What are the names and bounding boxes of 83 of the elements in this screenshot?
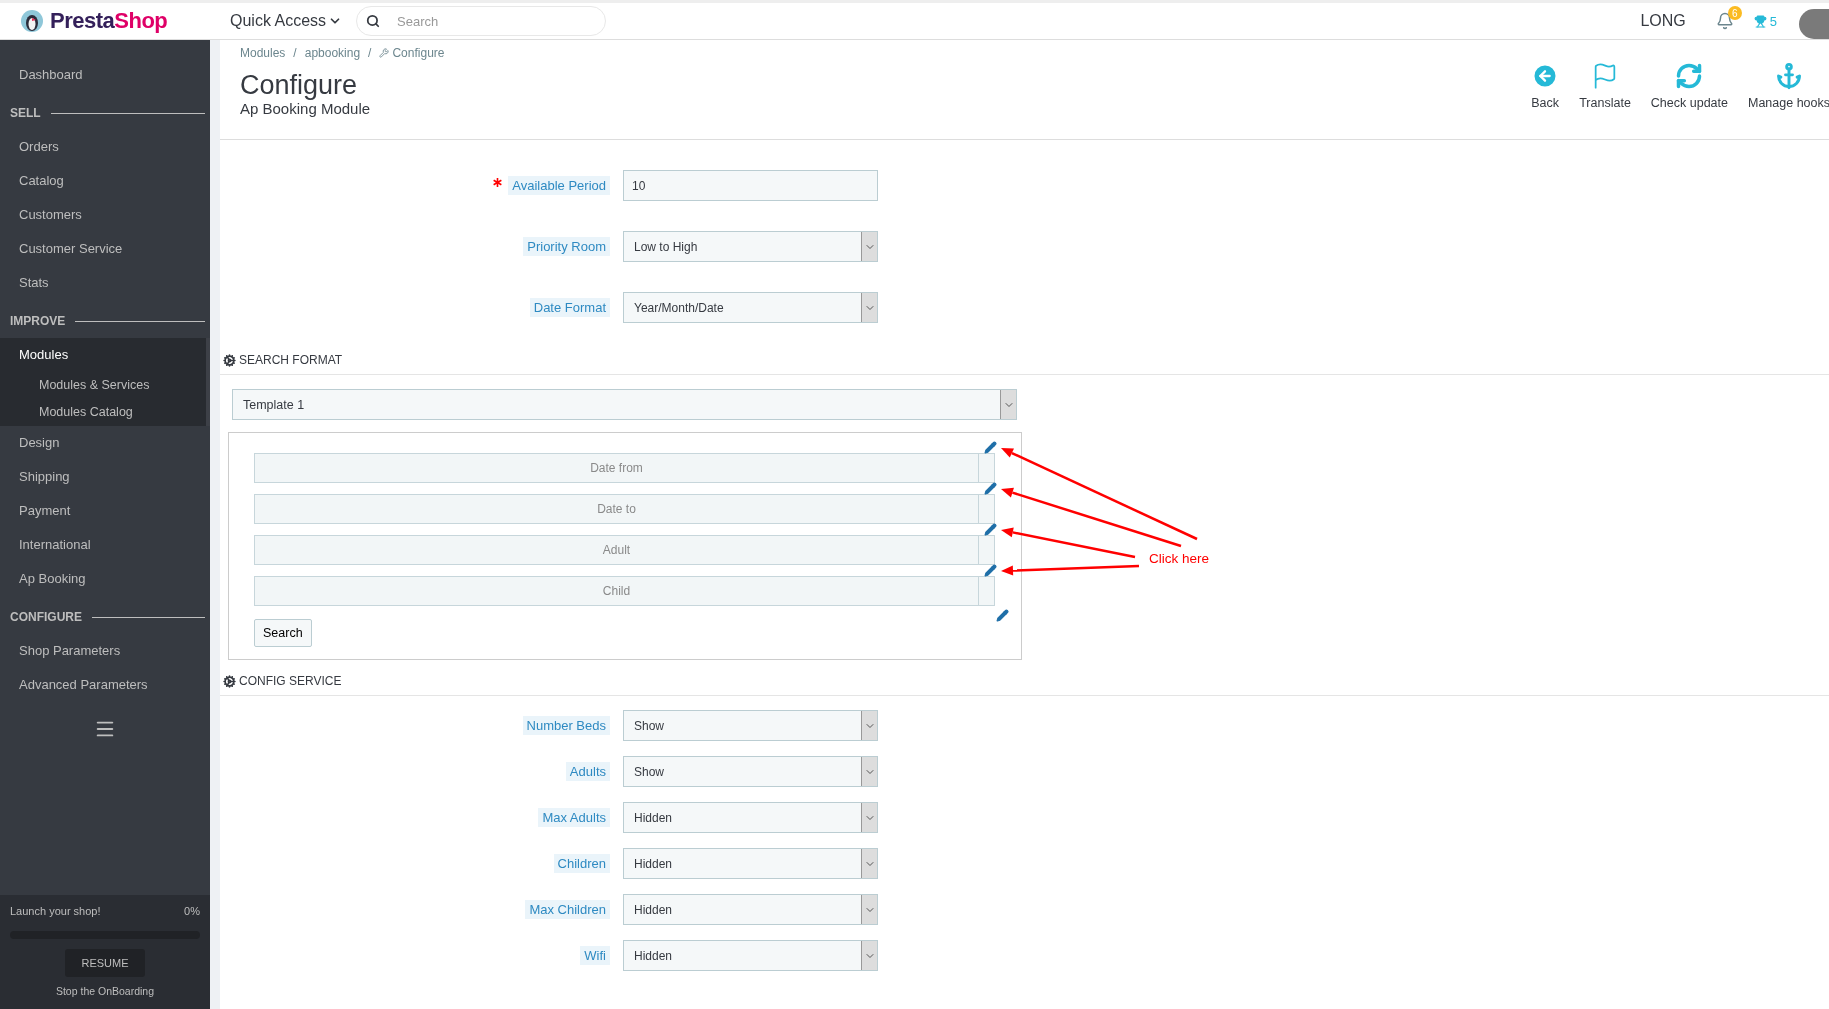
search-field[interactable]: Search — [356, 6, 607, 36]
select-field[interactable]: Hidden — [623, 802, 878, 833]
text-field[interactable]: 10 — [623, 170, 878, 201]
field-label: Children — [553, 854, 610, 873]
sidebar-item[interactable]: Shop Parameters — [0, 634, 210, 668]
field-label: Priority Room — [523, 237, 610, 256]
sidebar-item[interactable]: Design — [0, 426, 210, 460]
search-form-field[interactable]: Date from — [254, 453, 979, 483]
onboarding-percent: 0% — [184, 905, 200, 917]
sidebar-heading: SELL — [10, 106, 41, 120]
sidebar-subitem[interactable]: Modules & Services — [0, 372, 206, 399]
search-icon — [366, 14, 381, 28]
logo-text: PrestaShop — [50, 8, 168, 34]
toolbar-button[interactable]: Translate — [1570, 62, 1640, 139]
refresh-icon — [1675, 62, 1704, 90]
logo-icon — [20, 9, 44, 33]
breadcrumb-separator: / — [368, 46, 372, 60]
sidebar-item[interactable]: Payment — [0, 494, 210, 528]
edit-icon[interactable] — [996, 609, 1009, 622]
page-subtitle: Ap Booking Module — [240, 100, 372, 117]
sidebar-item[interactable]: Customer Service — [0, 232, 210, 266]
annotation-text: Click here — [1149, 551, 1210, 566]
onboarding-label: Launch your shop! — [10, 905, 101, 917]
field-label: Available Period — [508, 176, 610, 195]
gears-icon — [223, 353, 236, 367]
field-addon — [979, 494, 995, 524]
select-field[interactable]: Hidden — [623, 940, 878, 971]
field-addon — [979, 576, 995, 606]
toolbar-button[interactable]: Check update — [1641, 62, 1737, 139]
sidebar-heading: CONFIGURE — [10, 610, 82, 624]
field-label: Max Adults — [538, 808, 610, 827]
breadcrumb-link[interactable]: apbooking — [304, 46, 361, 60]
field-label: Max Children — [525, 900, 610, 919]
field-label: Number Beds — [522, 716, 610, 735]
toolbar-button[interactable]: Manage hooks — [1739, 62, 1829, 139]
section-title: SEARCH FORMAT — [239, 353, 343, 367]
select-field[interactable]: Low to High — [623, 231, 878, 262]
edit-icon[interactable] — [984, 564, 997, 577]
field-label: Date Format — [529, 298, 610, 317]
sidebar-item[interactable]: Dashboard — [0, 58, 210, 92]
anchor-icon — [1775, 62, 1803, 90]
sidebar-item[interactable]: Stats — [0, 266, 210, 300]
sidebar-item[interactable]: Catalog — [0, 164, 210, 198]
search-form-field[interactable]: Date to — [254, 494, 979, 524]
sidebar-heading: IMPROVE — [10, 314, 66, 328]
search-button[interactable]: Search — [254, 619, 312, 647]
resume-button[interactable]: RESUME — [65, 949, 145, 977]
field-addon — [979, 453, 995, 483]
breadcrumb-separator: / — [293, 46, 297, 60]
quick-access-button[interactable]: Quick Access — [210, 12, 357, 30]
search-form-field[interactable]: Child — [254, 576, 979, 606]
notification-icon[interactable] — [1715, 12, 1734, 30]
edit-icon[interactable] — [984, 523, 997, 536]
sidebar-item[interactable]: International — [0, 528, 210, 562]
field-addon — [979, 535, 995, 565]
sidebar-item[interactable]: Advanced Parameters — [0, 668, 210, 702]
select-field[interactable]: Hidden — [623, 894, 878, 925]
section-title: CONFIG SERVICE — [239, 674, 342, 688]
page-title: Configure — [240, 70, 359, 100]
breadcrumb-link[interactable]: Configure — [379, 46, 445, 60]
select-field[interactable]: Year/Month/Date — [623, 292, 878, 323]
sidebar-item[interactable]: Ap Booking — [0, 562, 210, 596]
shop-link[interactable]: LONG — [1640, 12, 1686, 30]
sidebar-item[interactable]: Orders — [0, 130, 210, 164]
template-select[interactable]: Template 1 — [232, 389, 1017, 420]
avatar[interactable] — [1799, 9, 1829, 39]
edit-icon[interactable] — [984, 441, 997, 454]
notification-badge: 6 — [1727, 6, 1742, 20]
stop-onboarding-link[interactable]: Stop the OnBoarding — [55, 985, 155, 997]
breadcrumb-link[interactable]: Modules — [240, 46, 286, 60]
sidebar-item[interactable]: Shipping — [0, 460, 210, 494]
sidebar-subitem[interactable]: Modules Catalog — [0, 399, 206, 426]
sidebar-item[interactable]: Customers — [0, 198, 210, 232]
wrench-icon — [379, 48, 390, 58]
toolbar-button[interactable]: Back — [1522, 62, 1569, 139]
edit-icon[interactable] — [984, 482, 997, 495]
field-label: Wifi — [580, 946, 610, 965]
search-form-field[interactable]: Adult — [254, 535, 979, 565]
select-field[interactable]: Hidden — [623, 848, 878, 879]
gears-icon — [223, 674, 236, 688]
field-label: Adults — [565, 762, 610, 781]
select-field[interactable]: Show — [623, 710, 878, 741]
select-field[interactable]: Show — [623, 756, 878, 787]
